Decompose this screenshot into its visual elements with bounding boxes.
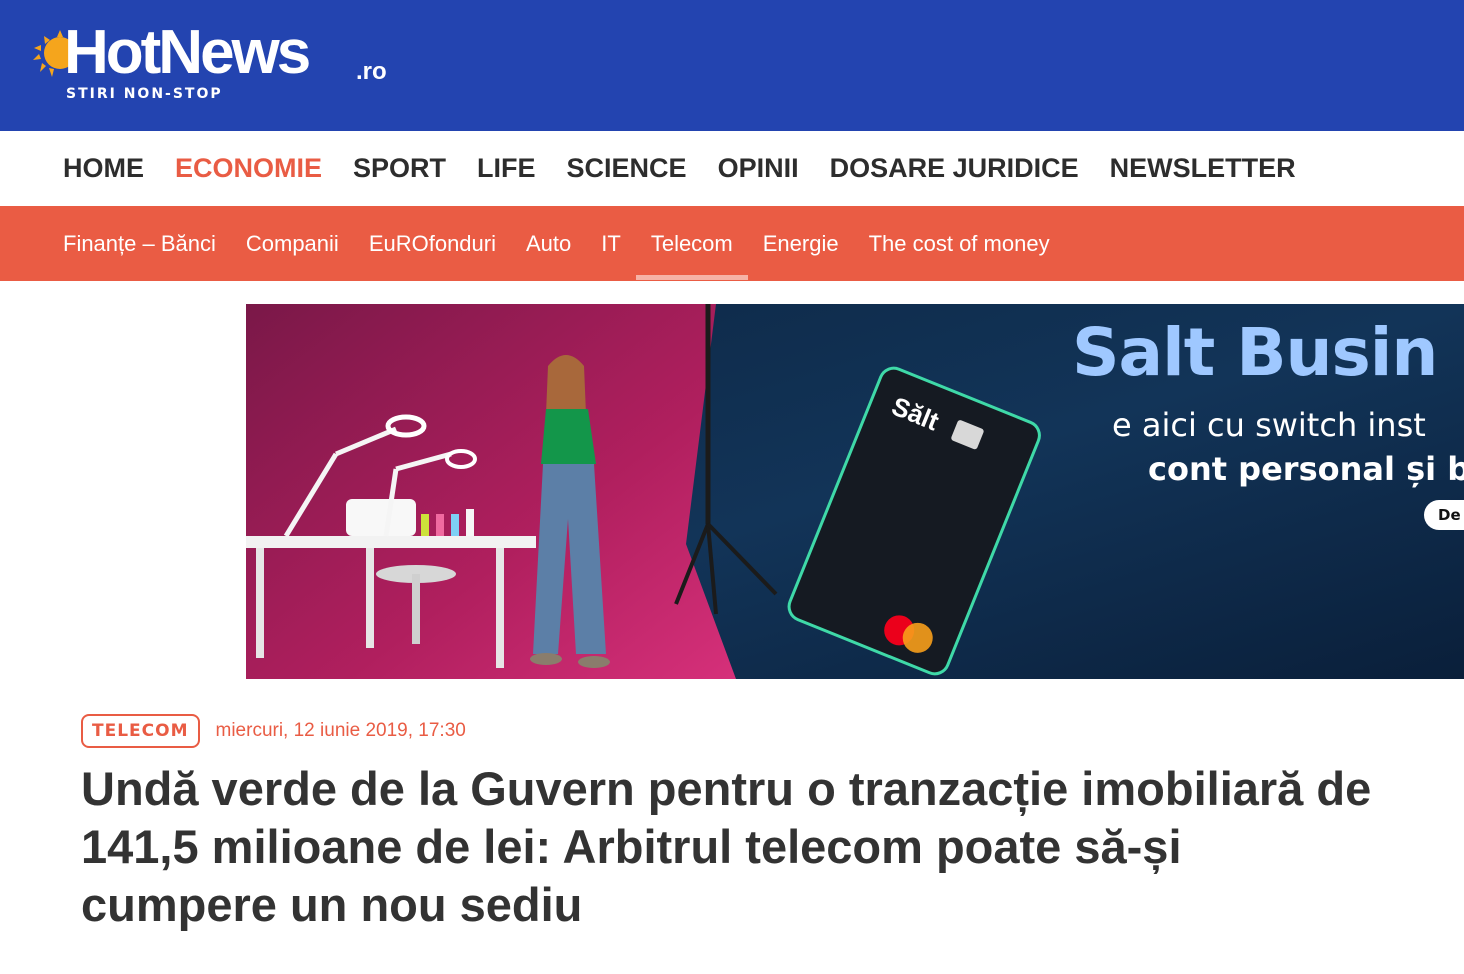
subnav-energie[interactable]: Energie bbox=[763, 206, 839, 281]
nav-sport[interactable]: SPORT bbox=[353, 153, 446, 184]
logo-tld: .ro bbox=[356, 58, 387, 85]
hotnews-logo[interactable]: HotNews .ro STIRI NON-STOP bbox=[30, 18, 430, 108]
ad-line-2: cont personal și b bbox=[1148, 450, 1464, 488]
subnav-finante-banci[interactable]: Finanțe – Bănci bbox=[63, 206, 216, 281]
site-header: HotNews .ro STIRI NON-STOP bbox=[0, 0, 1464, 131]
nav-home[interactable]: HOME bbox=[63, 153, 144, 184]
ad-headline: Salt Busin bbox=[1072, 314, 1438, 391]
logo-tagline: STIRI NON-STOP bbox=[66, 86, 223, 102]
category-badge[interactable]: TELECOM bbox=[81, 714, 200, 748]
nav-economie[interactable]: ECONOMIE bbox=[175, 153, 322, 184]
ad-banner[interactable]: Sălt Salt Busin e aici cu switch inst co… bbox=[246, 304, 1464, 679]
nav-life[interactable]: LIFE bbox=[477, 153, 536, 184]
nav-opinii[interactable]: OPINII bbox=[718, 153, 799, 184]
sub-nav: Finanțe – Bănci Companii EuROfonduri Aut… bbox=[0, 206, 1464, 281]
article-meta: TELECOM miercuri, 12 iunie 2019, 17:30 bbox=[81, 714, 466, 748]
nav-dosare-juridice[interactable]: DOSARE JURIDICE bbox=[830, 153, 1079, 184]
subnav-cost-of-money[interactable]: The cost of money bbox=[869, 206, 1050, 281]
nav-newsletter[interactable]: NEWSLETTER bbox=[1110, 153, 1296, 184]
subnav-telecom[interactable]: Telecom bbox=[635, 206, 748, 281]
nav-science[interactable]: SCIENCE bbox=[567, 153, 687, 184]
subnav-eurofonduri[interactable]: EuROfonduri bbox=[369, 206, 496, 281]
article-date: miercuri, 12 iunie 2019, 17:30 bbox=[215, 720, 466, 741]
logo-wordmark: HotNews bbox=[64, 18, 311, 87]
subnav-auto[interactable]: Auto bbox=[526, 206, 571, 281]
article-title: Undă verde de la Guvern pentru o tranzac… bbox=[81, 762, 1372, 931]
ad-cta-button[interactable]: De bbox=[1424, 500, 1464, 530]
subnav-companii[interactable]: Companii bbox=[246, 206, 339, 281]
main-nav: HOME ECONOMIE SPORT LIFE SCIENCE OPINII … bbox=[0, 131, 1464, 206]
subnav-it[interactable]: IT bbox=[601, 206, 621, 281]
ad-line-1: e aici cu switch inst bbox=[1112, 406, 1426, 444]
